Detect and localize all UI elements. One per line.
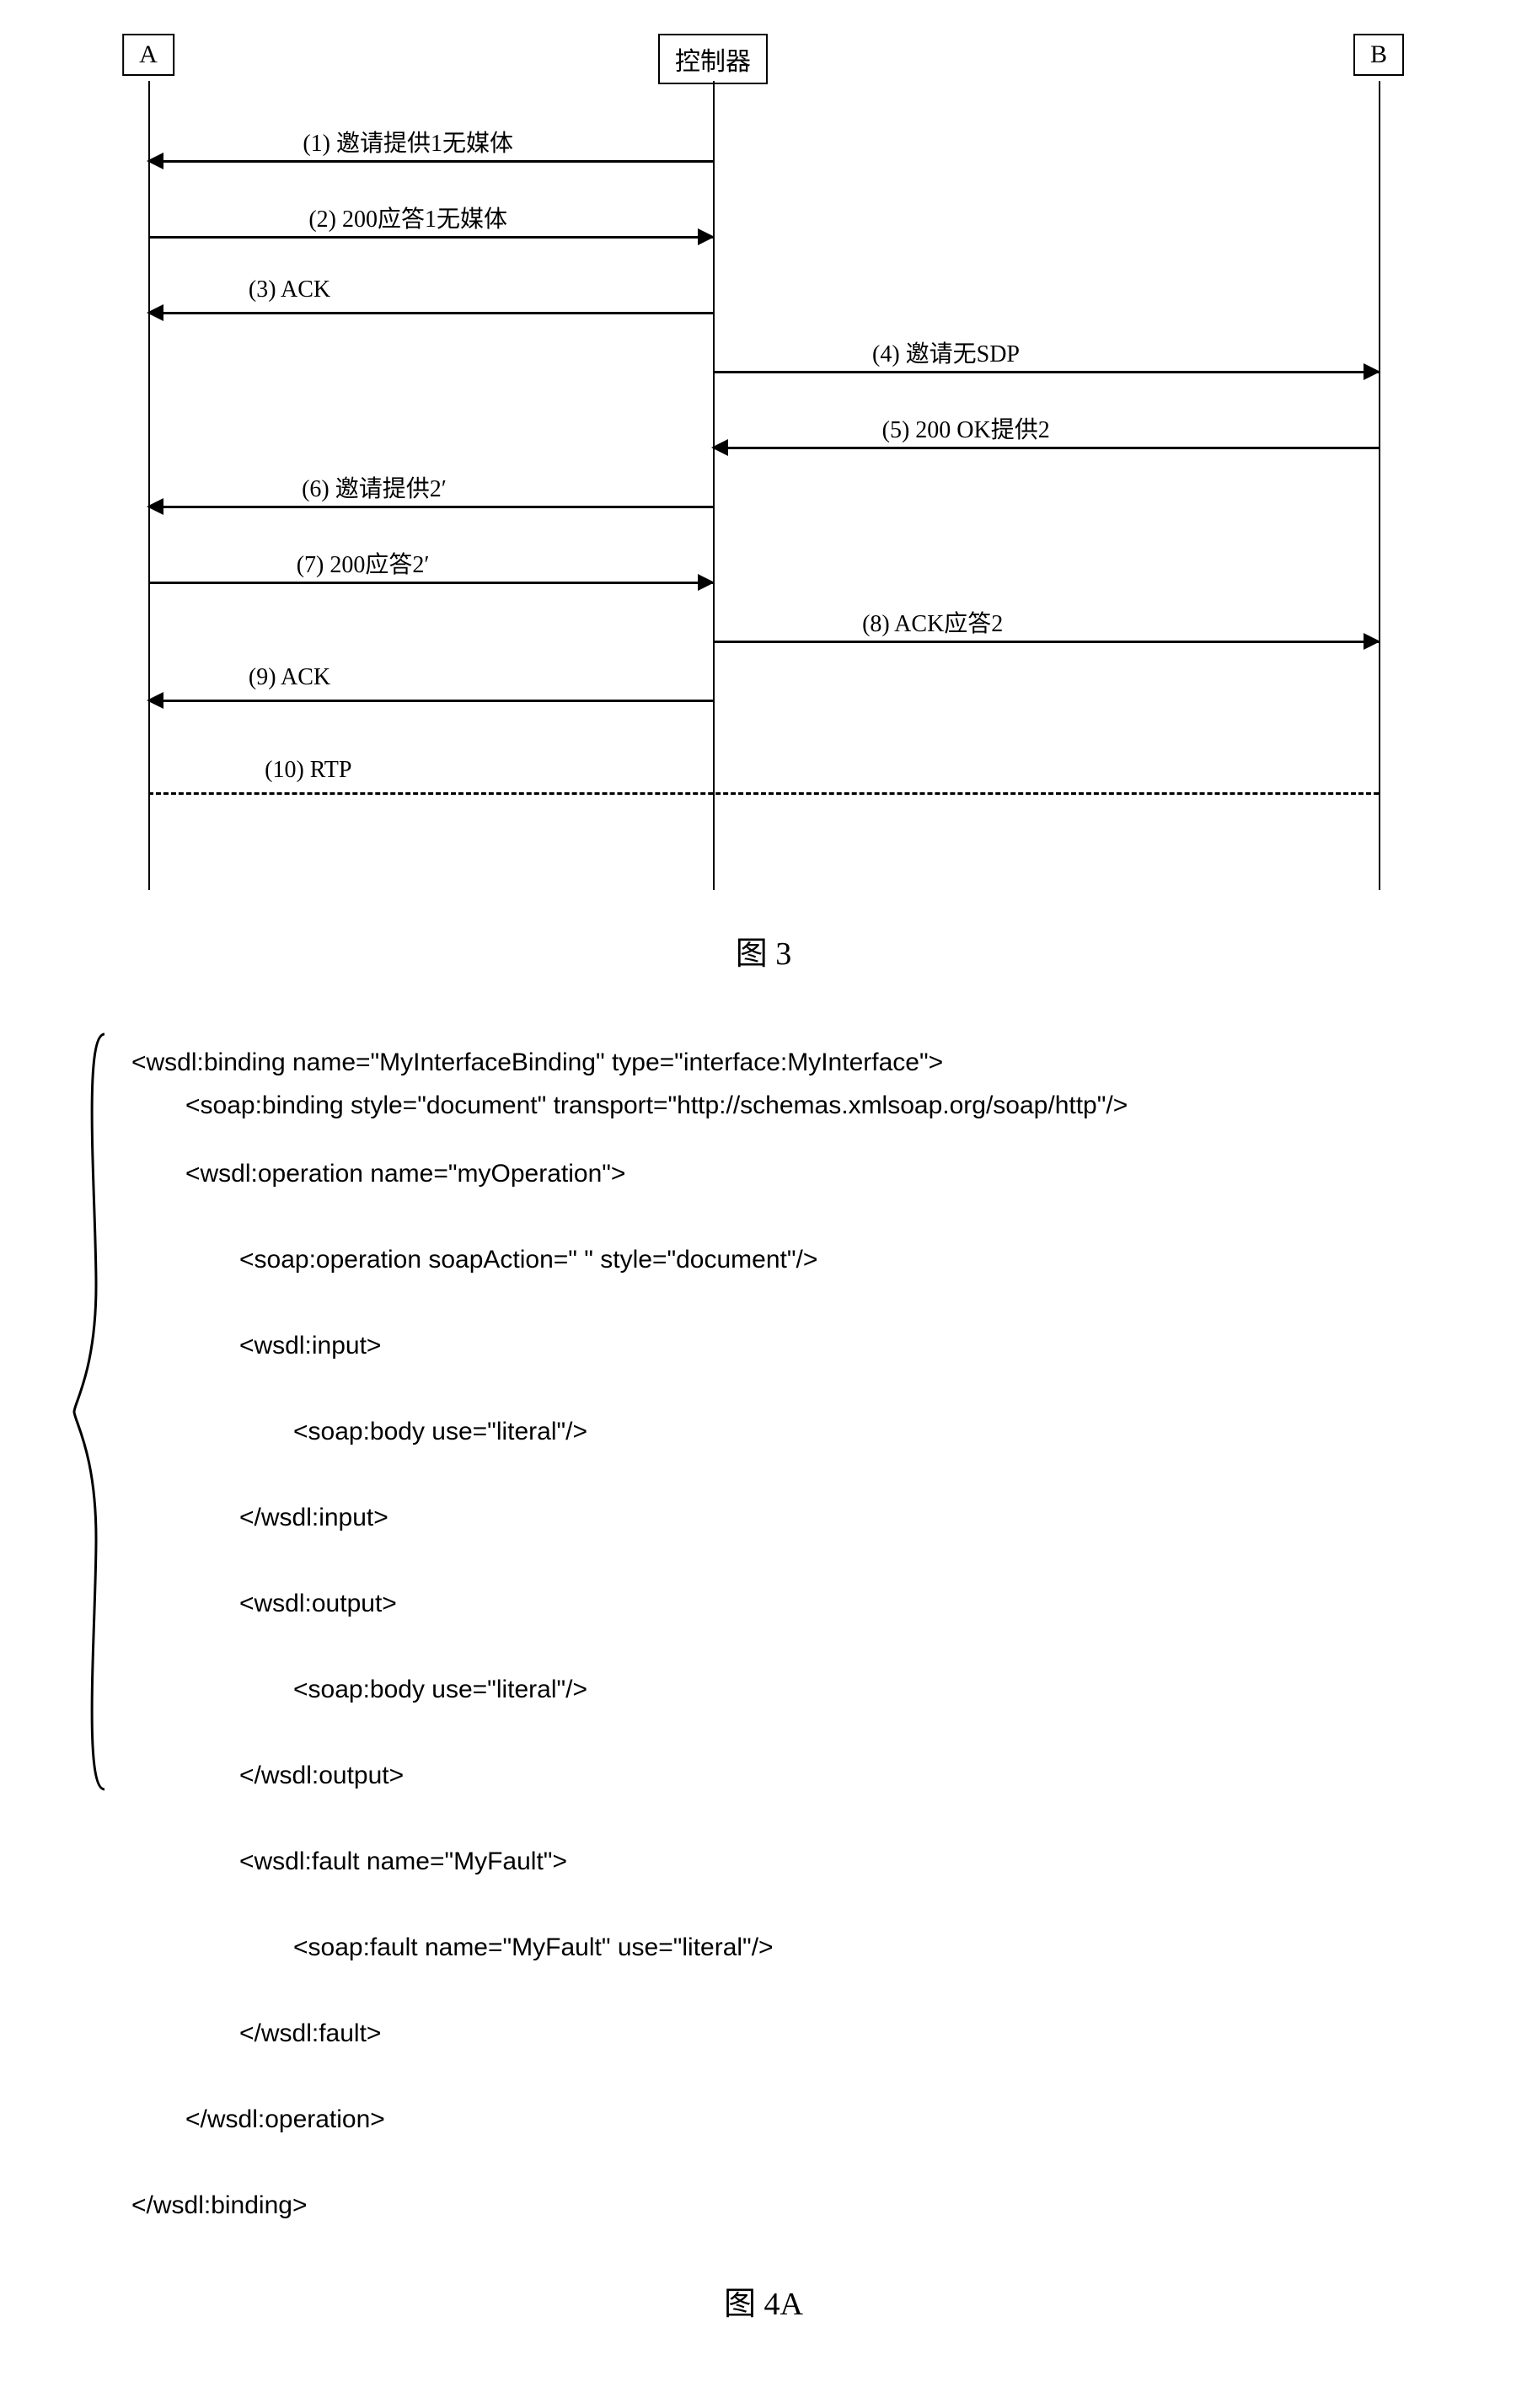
code-frame: <wsdl:binding name="MyInterfaceBinding" … [72,1024,1455,2244]
msg-6-label: (6) 邀请提供2′ [302,470,447,504]
arrow-left-icon [147,304,163,321]
code-line: </wsdl:input> [131,1496,1438,1539]
msg-1-label: (1) 邀请提供1无媒体 [303,125,513,158]
code-line: <wsdl:binding name="MyInterfaceBinding" … [131,1048,943,1076]
code-line: <wsdl:input> [131,1324,1438,1367]
code-block: <wsdl:binding name="MyInterfaceBinding" … [131,1041,1438,2227]
code-line: <soap:operation soapAction=" " style="do… [131,1238,1438,1281]
msg-3-label: (3) ACK [249,276,330,303]
msg-7-label: (7) 200应答2′ [297,546,430,580]
arrow-left-icon [147,498,163,515]
figure-3-caption: 图 3 [51,927,1476,973]
code-line: <wsdl:output> [131,1582,1438,1625]
arrow-right-icon [698,574,715,591]
arrow-left-icon [147,153,163,169]
arrow-right-icon [1364,363,1380,380]
figure-4a-caption: 图 4A [51,2277,1476,2324]
arrow-left-icon [711,439,728,456]
code-line: <soap:body use="literal"/> [131,1668,1438,1711]
arrow-right-icon [698,228,715,245]
brace-icon [72,1032,106,1791]
code-line: </wsdl:operation> [131,2098,1438,2141]
msg-2-label: (2) 200应答1无媒体 [308,201,507,234]
msg-8-label: (8) ACK应答2 [862,605,1003,639]
code-line: </wsdl:output> [131,1754,1438,1797]
participant-controller: 控制器 [658,34,768,84]
msg-9-label: (9) ACK [249,664,330,691]
arrow-right-icon [1364,633,1380,650]
msg-10-label: (10) RTP [265,757,351,784]
msg-5-label: (5) 200 OK提供2 [882,411,1050,445]
code-line: <wsdl:fault name="MyFault"> [131,1840,1438,1883]
participant-a: A [122,34,174,76]
msg-4-label: (4) 邀请无SDP [872,335,1020,369]
arrow-left-icon [147,692,163,709]
code-line: </wsdl:fault> [131,2012,1438,2055]
code-line: <wsdl:operation name="myOperation"> [131,1152,1438,1195]
lifeline-controller [713,81,715,890]
code-line: <soap:body use="literal"/> [131,1410,1438,1453]
code-line: </wsdl:binding> [131,2191,307,2219]
lifeline-b [1379,81,1380,890]
figure-4a: <wsdl:binding name="MyInterfaceBinding" … [51,1024,1476,2324]
participant-b: B [1353,34,1404,76]
figure-3: A 控制器 B (1) 邀请提供1无媒体 (2) 200应答1无媒体 (3) A… [51,34,1476,973]
lifeline-a [148,81,150,890]
code-line: <soap:fault name="MyFault" use="literal"… [131,1926,1438,1969]
code-line: <soap:binding style="document" transport… [131,1084,1438,1127]
